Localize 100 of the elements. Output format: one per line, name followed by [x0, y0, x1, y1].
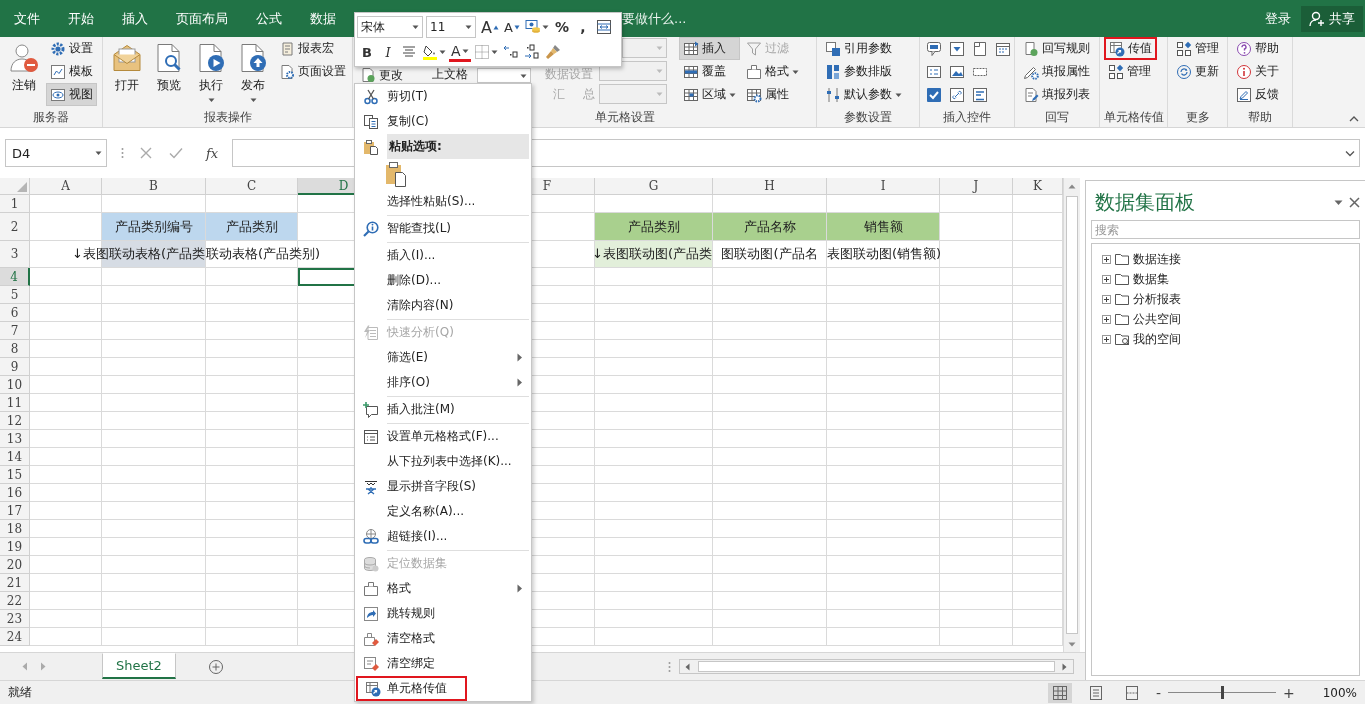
- menu-item[interactable]: 显示拼音字段(S): [355, 474, 531, 499]
- ribbon-button[interactable]: 格式: [742, 60, 803, 83]
- row-header[interactable]: 1: [0, 195, 30, 213]
- zoom-out-button[interactable]: -: [1151, 684, 1165, 701]
- menu-item[interactable]: 清空绑定: [355, 651, 531, 676]
- menu-item[interactable]: 筛选(E): [355, 345, 531, 370]
- ribbon-button[interactable]: 填报列表: [1019, 83, 1094, 106]
- ribbon-button[interactable]: 引用参数: [821, 37, 906, 60]
- row-header[interactable]: 9: [0, 358, 30, 376]
- ribbon-button[interactable]: 视图: [46, 83, 97, 106]
- ribbon-button[interactable]: 属性: [742, 83, 803, 106]
- row-header[interactable]: 22: [0, 592, 30, 610]
- row-header[interactable]: 5: [0, 286, 30, 304]
- format-button[interactable]: ,: [572, 16, 593, 38]
- tree-item[interactable]: 公共空间: [1133, 310, 1181, 328]
- row-header[interactable]: 23: [0, 610, 30, 628]
- ribbon-button[interactable]: 反馈: [1232, 83, 1283, 106]
- row-header[interactable]: 14: [0, 448, 30, 466]
- insert-function-button[interactable]: fx: [206, 145, 219, 161]
- ribbon-button[interactable]: 注销: [4, 37, 44, 95]
- column-header[interactable]: G: [595, 178, 713, 195]
- dropdown-field[interactable]: [477, 68, 531, 83]
- tree-item[interactable]: 分析报表: [1133, 290, 1181, 308]
- zoom-level[interactable]: 100%: [1322, 685, 1357, 700]
- format-button[interactable]: A: [449, 42, 471, 62]
- ribbon-button[interactable]: 默认参数: [821, 83, 906, 106]
- row-header[interactable]: 2: [0, 213, 30, 241]
- ribbon-tab[interactable]: 数据: [296, 0, 350, 37]
- column-header[interactable]: A: [30, 178, 102, 195]
- menu-item[interactable]: 智能查找(L): [355, 216, 531, 241]
- menu-item[interactable]: 剪切(T): [355, 84, 531, 109]
- ribbon-tab[interactable]: 公式: [242, 0, 296, 37]
- ribbon-button[interactable]: 区域: [679, 83, 740, 106]
- row-header[interactable]: 19: [0, 538, 30, 556]
- paste-option-button[interactable]: [385, 160, 407, 188]
- zoom-in-button[interactable]: +: [1278, 684, 1299, 701]
- column-header[interactable]: B: [102, 178, 206, 195]
- share-button[interactable]: 共享: [1301, 5, 1363, 32]
- view-button[interactable]: [1047, 682, 1072, 703]
- name-box[interactable]: D4: [5, 139, 107, 167]
- ribbon-button[interactable]: 报表宏: [275, 37, 350, 60]
- row-header[interactable]: 17: [0, 502, 30, 520]
- row-header[interactable]: 7: [0, 322, 30, 340]
- format-button[interactable]: I: [378, 41, 398, 63]
- search-field[interactable]: 搜索: [1091, 220, 1360, 239]
- row-header[interactable]: 18: [0, 520, 30, 538]
- tree-item[interactable]: 数据集: [1133, 270, 1169, 288]
- ribbon-button[interactable]: 更改: [357, 67, 432, 83]
- scroll-thumb[interactable]: [1066, 196, 1078, 634]
- column-header[interactable]: H: [713, 178, 827, 195]
- ribbon-button[interactable]: 更新: [1172, 60, 1223, 83]
- column-header[interactable]: C: [206, 178, 298, 195]
- column-header[interactable]: K: [1013, 178, 1063, 195]
- ribbon-button[interactable]: 回写规则: [1019, 37, 1094, 60]
- ribbon-button[interactable]: 执行: [191, 37, 231, 104]
- ribbon-button[interactable]: 传值: [1104, 37, 1157, 60]
- row-header[interactable]: 6: [0, 304, 30, 322]
- ribbon-button[interactable]: 管理: [1172, 37, 1223, 60]
- format-button[interactable]: A: [479, 16, 501, 38]
- ribbon-button[interactable]: 发布: [233, 37, 273, 104]
- ribbon-button[interactable]: 设置: [46, 37, 97, 60]
- menu-item[interactable]: 单元格传值: [356, 676, 467, 701]
- format-button[interactable]: %: [551, 16, 572, 38]
- row-header[interactable]: 8: [0, 340, 30, 358]
- tree-item[interactable]: 数据连接: [1133, 250, 1181, 268]
- ribbon-button[interactable]: 帮助: [1232, 37, 1283, 60]
- row-header[interactable]: 4: [0, 268, 30, 286]
- tree-item[interactable]: 我的空间: [1133, 330, 1181, 348]
- column-header[interactable]: I: [827, 178, 940, 195]
- menu-item[interactable]: 复制(C): [355, 109, 531, 134]
- row-header[interactable]: 16: [0, 484, 30, 502]
- menu-item[interactable]: 格式: [355, 576, 531, 601]
- ribbon-button[interactable]: 插入: [679, 37, 740, 60]
- row-header[interactable]: 11: [0, 394, 30, 412]
- row-header[interactable]: 3: [0, 241, 30, 268]
- menu-item[interactable]: 清除内容(N): [355, 293, 531, 318]
- row-header[interactable]: 21: [0, 574, 30, 592]
- ribbon-tab[interactable]: 页面布局: [162, 0, 242, 37]
- ribbon-button[interactable]: 页面设置: [275, 60, 350, 83]
- menu-item[interactable]: 排序(O): [355, 370, 531, 395]
- menu-item[interactable]: 定义名称(A)...: [355, 499, 531, 524]
- format-button[interactable]: A: [501, 16, 522, 38]
- ribbon-tab[interactable]: 文件: [0, 0, 54, 37]
- menu-item[interactable]: 插入批注(M): [355, 397, 531, 422]
- row-header[interactable]: 13: [0, 430, 30, 448]
- menu-item[interactable]: 删除(D)...: [355, 268, 531, 293]
- sign-in-link[interactable]: 登录: [1265, 9, 1291, 28]
- menu-item[interactable]: 超链接(I)...: [355, 524, 531, 549]
- menu-item[interactable]: 清空格式: [355, 626, 531, 651]
- format-button[interactable]: B: [357, 41, 377, 63]
- ribbon-tab[interactable]: 插入: [108, 0, 162, 37]
- tell-me-search[interactable]: 要做什么...: [622, 9, 687, 28]
- ribbon-button[interactable]: 预览: [149, 37, 189, 95]
- ribbon-button[interactable]: 模板: [46, 60, 97, 83]
- font-field[interactable]: 宋体: [357, 16, 423, 38]
- ribbon-button[interactable]: 关于: [1232, 60, 1283, 83]
- ribbon-button[interactable]: 参数排版: [821, 60, 906, 83]
- scroll-thumb[interactable]: [697, 661, 1055, 672]
- row-header[interactable]: 10: [0, 376, 30, 394]
- menu-item[interactable]: 插入(I)...: [355, 243, 531, 268]
